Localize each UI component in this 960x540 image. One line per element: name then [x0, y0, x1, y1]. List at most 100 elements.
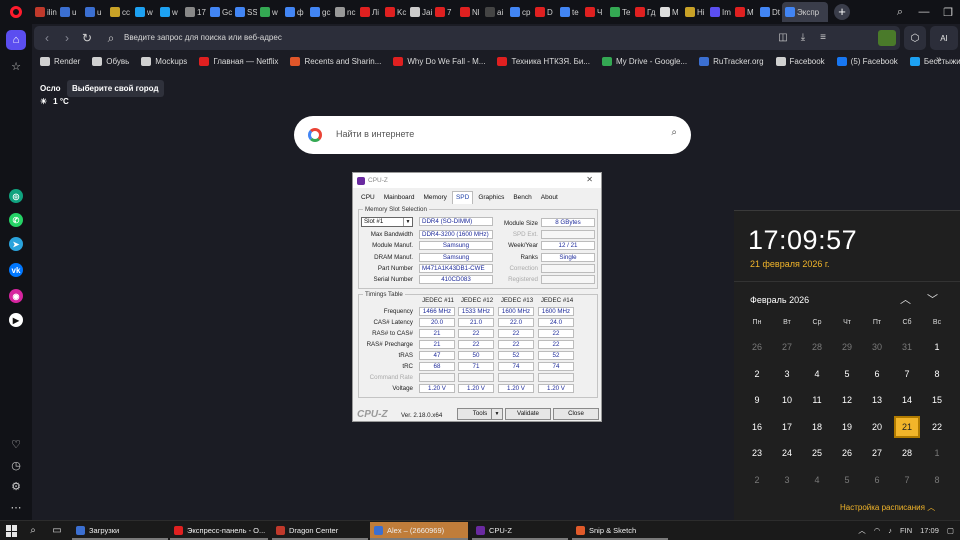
browser-tab[interactable]: Jai: [407, 2, 432, 22]
calendar-day[interactable]: 17: [774, 416, 800, 438]
bookmark-item[interactable]: Обувь: [92, 56, 129, 66]
calendar-day[interactable]: 27: [774, 336, 800, 358]
more-icon[interactable]: ⋯: [6, 497, 26, 517]
bookmark-item[interactable]: (5) Facebook: [836, 56, 898, 66]
calendar-day[interactable]: 8: [924, 363, 950, 385]
wifi-icon[interactable]: ◠: [874, 526, 881, 535]
bookmark-item[interactable]: Главная — Netflix: [199, 56, 278, 66]
calendar-day[interactable]: 25: [804, 442, 830, 464]
calendar-day[interactable]: 9: [744, 389, 770, 411]
browser-tab[interactable]: Dt: [757, 2, 782, 22]
calendar-day[interactable]: 13: [864, 389, 890, 411]
cpuz-tab[interactable]: Graphics: [474, 191, 508, 204]
whatsapp-icon[interactable]: ✆: [6, 210, 26, 230]
calendar-day[interactable]: 5: [834, 363, 860, 385]
calendar-day[interactable]: 28: [894, 442, 920, 464]
calendar-day[interactable]: 20: [864, 416, 890, 438]
browser-tab[interactable]: Im: [707, 2, 732, 22]
calendar-day[interactable]: 7: [894, 469, 920, 491]
calendar-day[interactable]: 29: [834, 336, 860, 358]
telegram-icon[interactable]: ➤: [6, 234, 26, 254]
calendar-day[interactable]: 14: [894, 389, 920, 411]
cpuz-close-icon[interactable]: ✕: [586, 175, 593, 184]
chevron-up-icon[interactable]: ︿: [900, 291, 911, 307]
forward-icon[interactable]: ›: [60, 31, 74, 45]
menu-icon[interactable]: ≡: [816, 31, 830, 45]
home-icon[interactable]: ⌂: [6, 30, 26, 50]
close-button[interactable]: Close: [553, 408, 599, 420]
calendar-day[interactable]: 1: [924, 442, 950, 464]
calendar-day[interactable]: 8: [924, 469, 950, 491]
calendar-day[interactable]: 31: [894, 336, 920, 358]
search-tabs-icon[interactable]: ⌕: [888, 0, 912, 24]
browser-tab[interactable]: SS: [232, 2, 257, 22]
opera-menu-icon[interactable]: [0, 0, 32, 24]
calendar-day[interactable]: 21: [894, 415, 920, 438]
calendar-day[interactable]: 22: [924, 416, 950, 438]
browser-tab[interactable]: nc: [332, 2, 357, 22]
cpuz-tab[interactable]: CPU: [357, 191, 379, 204]
validate-button[interactable]: Validate: [505, 408, 551, 420]
vk-icon[interactable]: vk: [6, 260, 26, 280]
taskbar-app[interactable]: Экспресс-панель - О...: [170, 522, 268, 540]
calendar-day[interactable]: 2: [744, 363, 770, 385]
calendar-day[interactable]: 6: [864, 469, 890, 491]
extension-icon[interactable]: [878, 30, 896, 46]
browser-tab[interactable]: te: [557, 2, 582, 22]
browser-tab[interactable]: ф: [282, 2, 307, 22]
browser-tab[interactable]: M: [657, 2, 682, 22]
tools-button[interactable]: Tools ▼: [457, 408, 503, 420]
browser-tab[interactable]: Hi: [682, 2, 707, 22]
tools-dropdown-icon[interactable]: ▼: [491, 409, 502, 419]
browser-tab[interactable]: u: [57, 2, 82, 22]
settings-icon[interactable]: ⚙: [6, 476, 26, 496]
calendar-day[interactable]: 23: [744, 442, 770, 464]
browser-tab[interactable]: Gc: [207, 2, 232, 22]
windows-start-icon[interactable]: [6, 525, 18, 537]
browser-tab[interactable]: M: [732, 2, 757, 22]
slot-select[interactable]: Slot #1 ▼: [361, 217, 413, 227]
browser-tab[interactable]: D: [532, 2, 557, 22]
bookmark-item[interactable]: Render: [40, 56, 80, 66]
notifications-icon[interactable]: ▢: [947, 526, 954, 535]
reload-icon[interactable]: ↻: [80, 31, 94, 45]
calendar-day[interactable]: 1: [924, 336, 950, 358]
history-icon[interactable]: ◷: [6, 455, 26, 475]
browser-tab[interactable]: Лi: [357, 2, 382, 22]
chatgpt-icon[interactable]: ◎: [6, 186, 26, 206]
taskbar-clock[interactable]: 17:09: [920, 526, 939, 535]
calendar-day[interactable]: 4: [804, 363, 830, 385]
magnifier-icon[interactable]: ⌕: [671, 127, 677, 138]
calendar-day[interactable]: 30: [864, 336, 890, 358]
calendar-day[interactable]: 28: [804, 336, 830, 358]
bookmarks-more-icon[interactable]: »: [936, 54, 946, 65]
bookmark-item[interactable]: Mockups: [141, 56, 187, 66]
task-view-icon[interactable]: ▭: [50, 524, 64, 538]
browser-tab[interactable]: w: [157, 2, 182, 22]
cpuz-tab[interactable]: Memory: [419, 191, 450, 204]
calendar-day[interactable]: 2: [744, 469, 770, 491]
bookmark-item[interactable]: Техника НТКЗЯ. Би...: [497, 56, 590, 66]
browser-tab[interactable]: gc: [307, 2, 332, 22]
download-icon[interactable]: ⤓: [796, 31, 810, 45]
bookmark-item[interactable]: Facebook: [775, 56, 825, 66]
browser-tab[interactable]: Гд: [632, 2, 657, 22]
browser-tab[interactable]: 7: [432, 2, 457, 22]
browser-tab[interactable]: w: [132, 2, 157, 22]
taskbar-app[interactable]: Snip & Sketch: [572, 522, 668, 540]
camera-icon[interactable]: ◫: [776, 31, 790, 45]
calendar-day[interactable]: 24: [774, 442, 800, 464]
browser-tab[interactable]: Ч: [582, 2, 607, 22]
back-icon[interactable]: ‹: [40, 31, 54, 45]
schedule-settings-link[interactable]: Настройка расписания ︿: [840, 502, 935, 513]
new-tab-button[interactable]: +: [834, 4, 850, 20]
calendar-day[interactable]: 5: [834, 469, 860, 491]
volume-icon[interactable]: ♪: [888, 526, 892, 535]
search-icon[interactable]: ⌕: [26, 524, 40, 538]
cpuz-tab[interactable]: Bench: [509, 191, 535, 204]
bookmark-item[interactable]: Recents and Sharin...: [290, 56, 381, 66]
browser-tab[interactable]: Te: [607, 2, 632, 22]
browser-tab[interactable]: u: [82, 2, 107, 22]
calendar-day[interactable]: 7: [894, 363, 920, 385]
minimize-button[interactable]: —: [912, 0, 936, 24]
